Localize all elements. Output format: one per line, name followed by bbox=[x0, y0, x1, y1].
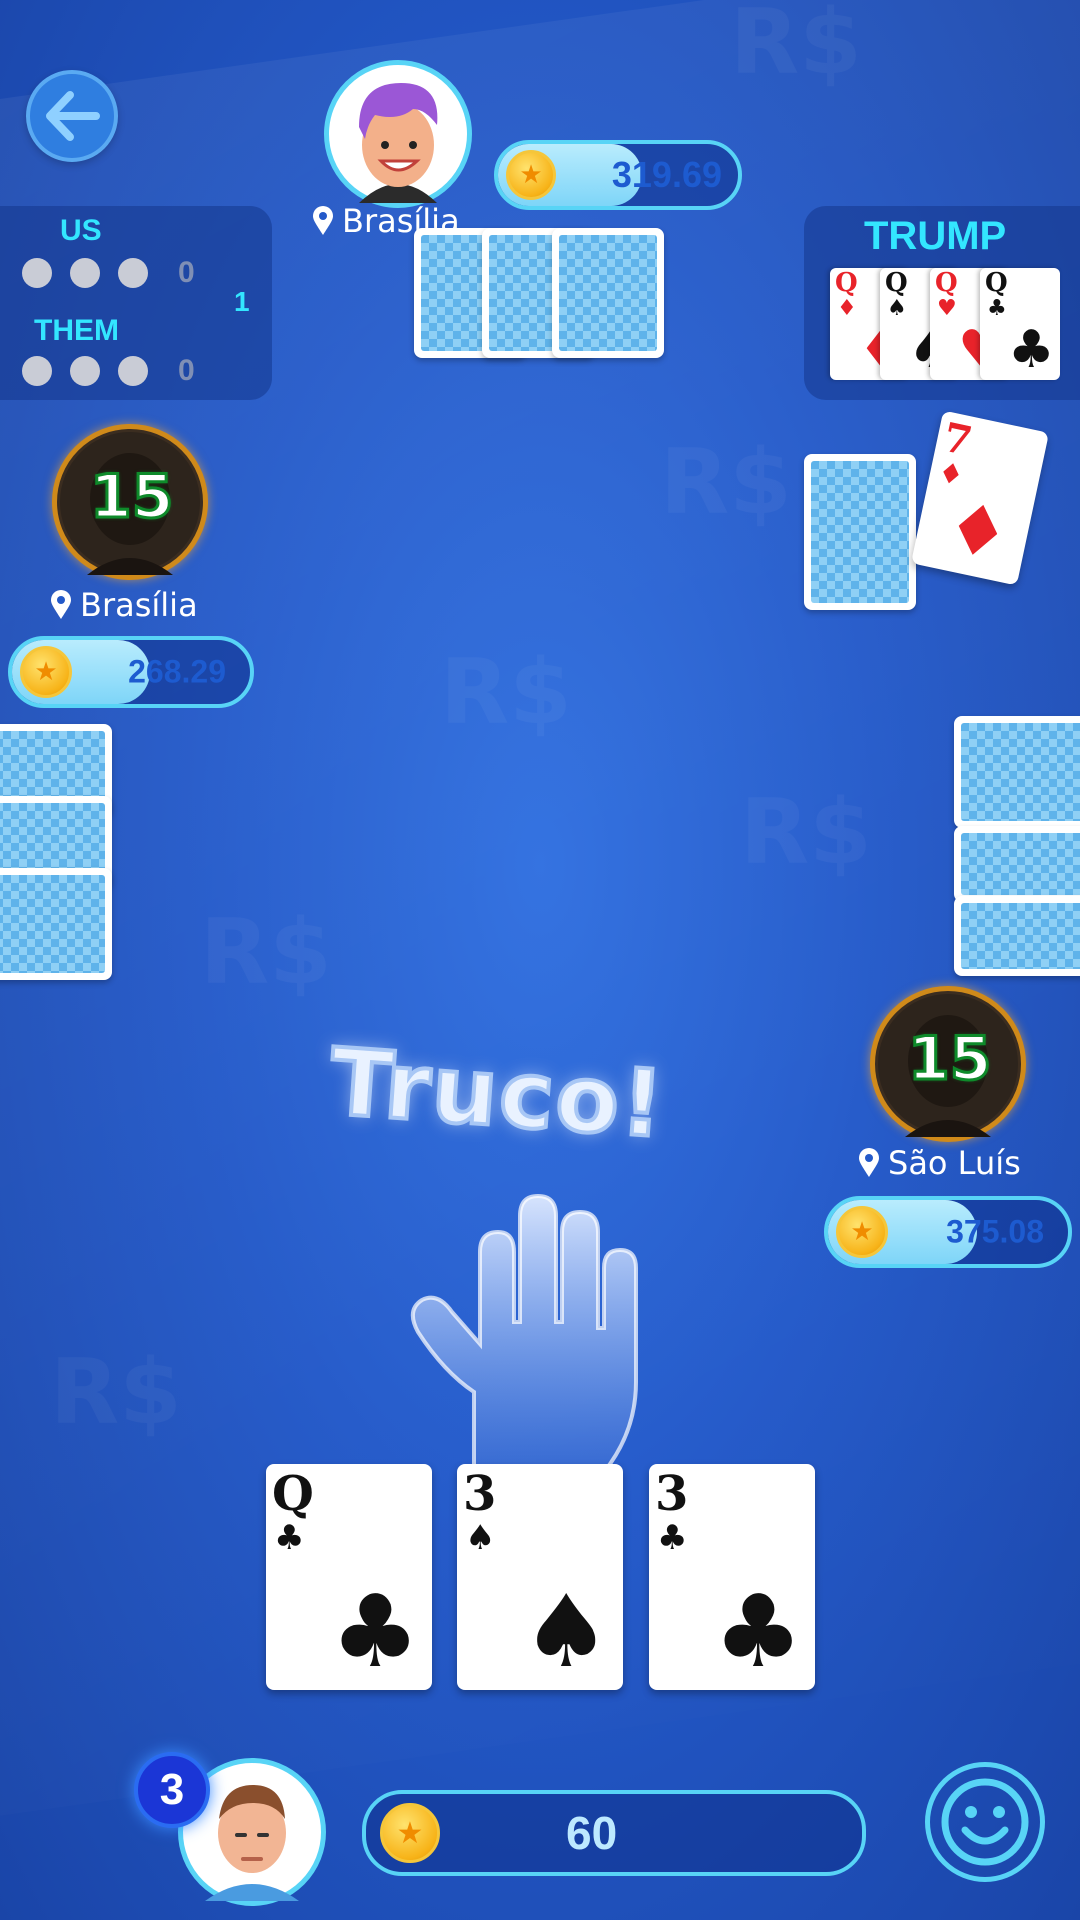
coin-icon: ★ bbox=[20, 646, 72, 698]
watermark: R$ bbox=[730, 0, 862, 95]
round-number: 1 bbox=[234, 286, 250, 317]
right-player-coins: ★ 375.08 bbox=[824, 1196, 1072, 1268]
watermark: R$ bbox=[200, 900, 332, 1005]
opponent-card-back bbox=[552, 228, 664, 358]
coin-icon: ★ bbox=[380, 1803, 440, 1863]
hand-card[interactable]: 3 ♠ ♠ bbox=[457, 1464, 623, 1690]
scoreboard: US 0 1 THEM 0 bbox=[0, 206, 272, 400]
card-suit: ♠ bbox=[465, 1518, 496, 1558]
us-point-dot bbox=[118, 258, 148, 288]
left-player-location: Brasília bbox=[50, 586, 198, 624]
coin-value: 319.69 bbox=[611, 154, 722, 195]
us-score: 0 bbox=[178, 256, 195, 289]
hand-card[interactable]: 3 ♣ ♣ bbox=[649, 1464, 815, 1690]
deck-card-back bbox=[804, 454, 916, 610]
card-rank: Q bbox=[935, 268, 958, 298]
card-rank: Q bbox=[272, 1466, 314, 1522]
self-coins: ★ 60 bbox=[362, 1790, 866, 1876]
coin-value: 268.29 bbox=[128, 653, 226, 690]
game-table: R$ R$ R$ R$ R$ R$ US 0 1 THEM 0 TRUMP Q … bbox=[0, 0, 1080, 1920]
watermark: R$ bbox=[740, 780, 872, 885]
card-rank: Q bbox=[885, 268, 908, 298]
watermark: R$ bbox=[50, 1340, 182, 1445]
back-button[interactable] bbox=[26, 70, 118, 162]
vira-card: 7 ♦ ♦ bbox=[910, 410, 1050, 586]
location-pin-icon bbox=[51, 590, 71, 619]
them-point-dot bbox=[22, 356, 52, 386]
trump-panel: TRUMP Q ♦ ♦ Q ♠ ♠ Q ♥ ♥ Q ♣ ♣ bbox=[804, 206, 1080, 400]
right-player-location: São Luís bbox=[858, 1144, 1021, 1182]
them-label: THEM bbox=[34, 314, 119, 347]
card-suit-large: ♣ bbox=[330, 1573, 420, 1690]
opponent-card-back bbox=[954, 716, 1080, 828]
watermark: R$ bbox=[440, 640, 572, 745]
opponent-card-back bbox=[954, 896, 1080, 976]
left-player-coins: ★ 268.29 bbox=[8, 636, 254, 708]
card-suit-large: ♣ bbox=[1008, 320, 1055, 380]
card-rank: 3 bbox=[463, 1466, 497, 1522]
location-text: São Luís bbox=[888, 1144, 1021, 1182]
avatar-purple-hair-icon bbox=[332, 68, 464, 203]
them-point-dot bbox=[118, 356, 148, 386]
card-suit: ♥ bbox=[937, 296, 957, 321]
smiley-icon bbox=[941, 1778, 1029, 1866]
trump-card: Q ♣ ♣ bbox=[980, 268, 1060, 380]
card-suit: ♣ bbox=[987, 296, 1007, 321]
us-label: US bbox=[60, 214, 102, 247]
truco-call-text: Truco! bbox=[325, 1026, 671, 1160]
hand-stop-icon bbox=[410, 1193, 638, 1472]
card-rank: Q bbox=[835, 268, 858, 298]
coin-value: 60 bbox=[566, 1807, 618, 1859]
them-point-dot bbox=[70, 356, 100, 386]
card-rank: Q bbox=[985, 268, 1008, 298]
location-pin-icon bbox=[859, 1148, 879, 1177]
opponent-card-back bbox=[954, 826, 1080, 902]
coin-icon: ★ bbox=[506, 150, 556, 200]
top-player-coins: ★ 319.69 bbox=[494, 140, 742, 210]
turn-timer: 15 bbox=[907, 1023, 993, 1096]
card-suit-large: ♠ bbox=[521, 1573, 611, 1690]
opponent-card-back bbox=[0, 868, 112, 980]
location-text: Brasília bbox=[80, 586, 198, 624]
level-badge: 3 bbox=[134, 1752, 210, 1828]
emoji-button[interactable] bbox=[925, 1762, 1045, 1882]
arrow-left-icon bbox=[46, 91, 100, 141]
hand-card[interactable]: Q ♣ ♣ bbox=[266, 1464, 432, 1690]
top-player-avatar[interactable] bbox=[324, 60, 472, 208]
location-pin-icon bbox=[313, 206, 333, 235]
watermark: R$ bbox=[660, 430, 792, 535]
card-suit: ♦ bbox=[837, 296, 857, 321]
us-point-dot bbox=[70, 258, 100, 288]
card-suit: ♠ bbox=[887, 296, 907, 321]
coin-value: 375.08 bbox=[946, 1213, 1044, 1250]
card-rank: 3 bbox=[655, 1466, 689, 1522]
card-suit: ♣ bbox=[657, 1518, 688, 1558]
card-suit-large: ♣ bbox=[713, 1573, 803, 1690]
coin-icon: ★ bbox=[836, 1206, 888, 1258]
them-score: 0 bbox=[178, 354, 195, 387]
card-suit: ♣ bbox=[274, 1518, 305, 1558]
us-point-dot bbox=[22, 258, 52, 288]
turn-timer: 15 bbox=[89, 461, 175, 534]
card-suit-large: ♦ bbox=[938, 484, 1017, 578]
trump-title: TRUMP bbox=[864, 214, 1007, 258]
